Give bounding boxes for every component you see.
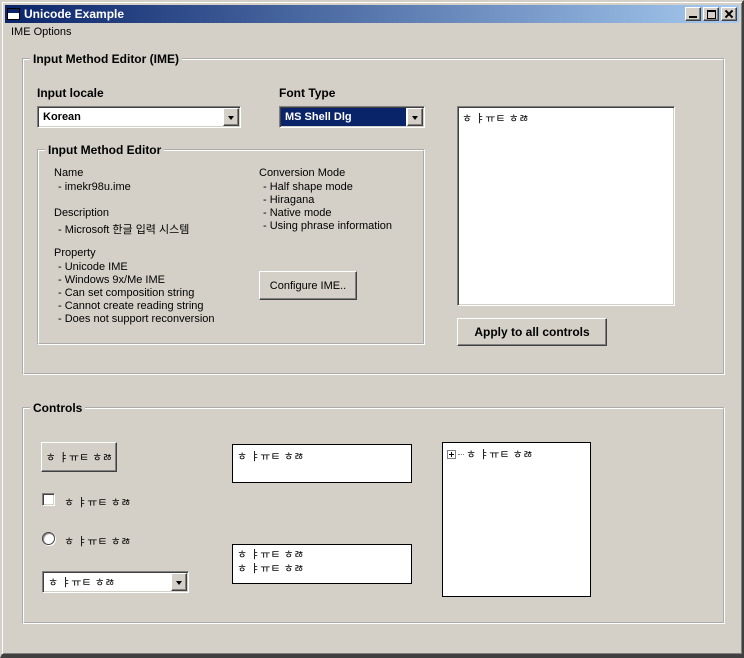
font-type-value: MS Shell Dlg [281, 108, 406, 126]
input-locale-combobox[interactable]: Korean [37, 106, 241, 128]
sample-radio-label: ㅎ ㅑㅠㅌ ㅎㅀ [64, 533, 131, 549]
tree-connector [458, 454, 464, 455]
description-value: - Microsoft 한글 입력 시스템 [58, 221, 189, 237]
edit2-line: ㅎ ㅑㅠㅌ ㅎㅀ [237, 548, 407, 562]
minimize-icon [689, 16, 697, 18]
font-type-label: Font Type [279, 86, 335, 100]
edit2-line: ㅎ ㅑㅠㅌ ㅎㅀ [237, 562, 407, 576]
title-bar[interactable]: Unicode Example [5, 5, 739, 23]
tree-item-label: ㅎ ㅑㅠㅌ ㅎㅀ [466, 446, 533, 462]
configure-ime-button[interactable]: Configure IME.. [259, 271, 357, 300]
controls-groupbox: Controls ㅎ ㅑㅠㅌ ㅎㅀ ㅎ ㅑㅠㅌ ㅎㅀ ㅎ ㅑㅠㅌ ㅎㅀ ㅎ ㅑㅠ… [22, 407, 725, 624]
sample-editbox-multi[interactable]: ㅎ ㅑㅠㅌ ㅎㅀ ㅎ ㅑㅠㅌ ㅎㅀ [232, 544, 412, 584]
sample-combo-value: ㅎ ㅑㅠㅌ ㅎㅀ [44, 573, 170, 591]
controls-group-title: Controls [30, 401, 85, 415]
menu-bar: IME Options [5, 23, 739, 41]
sample-button[interactable]: ㅎ ㅑㅠㅌ ㅎㅀ [41, 442, 117, 472]
sample-combo-dropdown-button[interactable] [171, 573, 187, 591]
sample-checkbox-label: ㅎ ㅑㅠㅌ ㅎㅀ [64, 494, 131, 510]
name-label: Name [54, 167, 83, 179]
maximize-button[interactable] [703, 7, 719, 21]
input-locale-value: Korean [39, 108, 222, 126]
chevron-down-icon [228, 116, 234, 123]
conversion-mode-label: Conversion Mode [259, 167, 345, 179]
maximize-icon [707, 10, 716, 19]
tree-expand-icon[interactable] [447, 450, 456, 459]
app-window: Unicode Example IME Options Input Method… [0, 0, 744, 658]
preview-text: ㅎ ㅑㅠㅌ ㅎㅀ [462, 113, 529, 125]
chevron-down-icon [412, 116, 418, 123]
tree-item[interactable]: ㅎ ㅑㅠㅌ ㅎㅀ [447, 446, 586, 462]
property-item: - Windows 9x/Me IME [58, 274, 165, 286]
property-item: - Cannot create reading string [58, 300, 204, 312]
ime-info-groupbox: Input Method Editor Name - imekr98u.ime … [37, 149, 425, 345]
apply-all-button[interactable]: Apply to all controls [457, 318, 607, 346]
font-type-dropdown-button[interactable] [407, 108, 423, 126]
app-icon [7, 8, 20, 20]
property-item: - Does not support reconversion [58, 313, 215, 325]
edit1-text: ㅎ ㅑㅠㅌ ㅎㅀ [237, 448, 407, 464]
name-value: - imekr98u.ime [58, 181, 131, 193]
conversion-item: - Native mode [263, 207, 331, 219]
font-type-combobox[interactable]: MS Shell Dlg [279, 106, 425, 128]
menu-ime-options[interactable]: IME Options [5, 24, 78, 40]
sample-editbox-single[interactable]: ㅎ ㅑㅠㅌ ㅎㅀ [232, 444, 412, 483]
conversion-item: - Hiragana [263, 194, 314, 206]
minimize-button[interactable] [685, 7, 701, 21]
close-icon [722, 8, 736, 20]
ime-groupbox: Input Method Editor (IME) Input locale K… [22, 58, 725, 375]
preview-editbox[interactable]: ㅎ ㅑㅠㅌ ㅎㅀ [457, 106, 675, 306]
ime-info-title: Input Method Editor [45, 143, 164, 157]
close-button[interactable] [721, 7, 737, 21]
property-item: - Can set composition string [58, 287, 194, 299]
description-label: Description [54, 207, 109, 219]
input-locale-label: Input locale [37, 86, 104, 100]
conversion-item: - Half shape mode [263, 181, 353, 193]
conversion-item: - Using phrase information [263, 220, 392, 232]
property-item: - Unicode IME [58, 261, 128, 273]
sample-radio[interactable] [42, 532, 55, 545]
input-locale-dropdown-button[interactable] [223, 108, 239, 126]
property-label: Property [54, 247, 96, 259]
window-title: Unicode Example [24, 7, 683, 21]
sample-treeview[interactable]: ㅎ ㅑㅠㅌ ㅎㅀ [442, 442, 591, 597]
ime-group-title: Input Method Editor (IME) [30, 52, 182, 66]
chevron-down-icon [176, 581, 182, 588]
sample-combobox[interactable]: ㅎ ㅑㅠㅌ ㅎㅀ [42, 571, 189, 593]
sample-checkbox[interactable] [42, 493, 55, 506]
